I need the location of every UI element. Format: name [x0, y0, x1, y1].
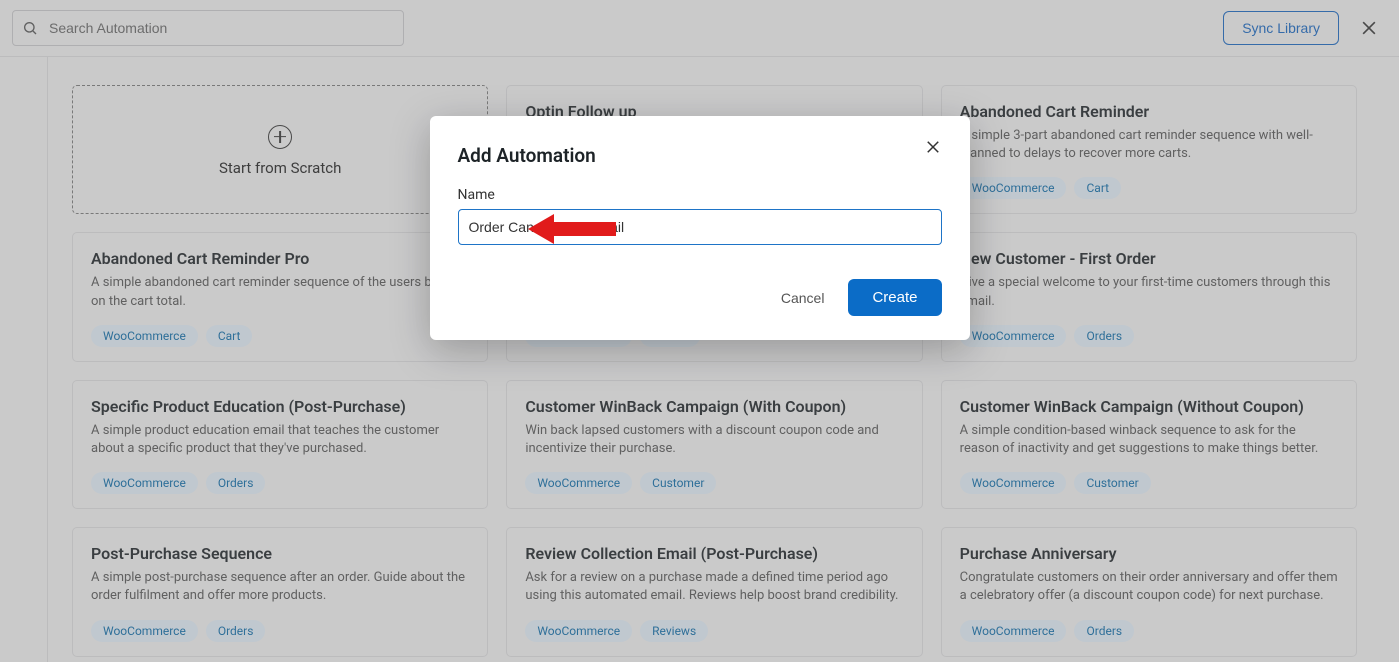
modal-title: Add Automation	[458, 144, 942, 167]
modal-overlay: Add Automation Name Cancel Create	[0, 0, 1399, 662]
automation-name-input[interactable]	[458, 209, 942, 245]
name-field-label: Name	[458, 187, 942, 203]
modal-close-button[interactable]	[924, 138, 948, 162]
add-automation-modal: Add Automation Name Cancel Create	[430, 116, 970, 340]
create-button[interactable]: Create	[848, 279, 941, 316]
modal-actions: Cancel Create	[458, 279, 942, 316]
cancel-button[interactable]: Cancel	[781, 290, 825, 306]
